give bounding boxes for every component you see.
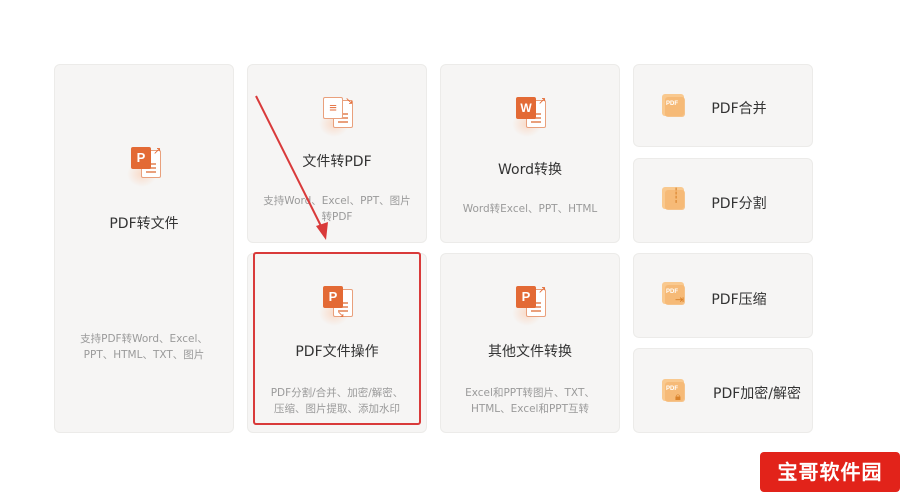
card-desc: 支持Word、Excel、PPT、图片 转PDF xyxy=(263,195,411,223)
file-to-pdf-icon: ≡ ↘ xyxy=(319,97,357,137)
card-pdf-encrypt[interactable]: PDF 🔒︎ PDF加密/解密 xyxy=(633,348,813,433)
card-file-to-pdf[interactable]: ≡ ↘ 文件转PDF 支持Word、Excel、PPT、图片 转PDF xyxy=(247,64,427,243)
card-desc: Word转Excel、PPT、HTML xyxy=(462,203,598,215)
card-title: 文件转PDF xyxy=(302,154,372,170)
card-title: Word转换 xyxy=(498,162,562,178)
card-desc: 支持PDF转Word、Excel、 PPT、HTML、TXT、图片 xyxy=(80,333,208,361)
pdf-encrypt-icon: PDF 🔒︎ xyxy=(662,379,688,405)
card-title: PDF压缩 xyxy=(711,292,767,308)
pdf-split-icon: ┊ xyxy=(662,187,688,213)
pdf-merge-icon: PDF xyxy=(662,94,688,120)
pdf-compress-icon: PDF ⇥ xyxy=(662,282,688,308)
other-convert-icon: P ↗ xyxy=(512,286,550,326)
highlight-box xyxy=(253,252,421,425)
card-title: PDF分割 xyxy=(711,196,767,212)
card-desc: Excel和PPT转图片、TXT、 HTML、Excel和PPT互转 xyxy=(465,387,595,415)
card-pdf-to-file[interactable]: P ↗ PDF转文件 支持PDF转Word、Excel、 PPT、HTML、TX… xyxy=(54,64,234,433)
card-word-convert[interactable]: W ↗ Word转换 Word转Excel、PPT、HTML xyxy=(440,64,620,243)
pdf-to-file-icon: P ↗ xyxy=(127,147,165,187)
card-title: 其他文件转换 xyxy=(488,344,572,360)
word-convert-icon: W ↗ xyxy=(512,97,550,137)
watermark-logo: 宝哥软件园 xyxy=(760,452,900,492)
card-pdf-merge[interactable]: PDF PDF合并 xyxy=(633,64,813,147)
card-title: PDF合并 xyxy=(711,101,767,117)
card-title: PDF转文件 xyxy=(109,216,179,232)
card-title: PDF加密/解密 xyxy=(713,386,801,402)
card-pdf-compress[interactable]: PDF ⇥ PDF压缩 xyxy=(633,253,813,338)
card-pdf-split[interactable]: ┊ PDF分割 xyxy=(633,158,813,243)
card-other-convert[interactable]: P ↗ 其他文件转换 Excel和PPT转图片、TXT、 HTML、Excel和… xyxy=(440,253,620,433)
